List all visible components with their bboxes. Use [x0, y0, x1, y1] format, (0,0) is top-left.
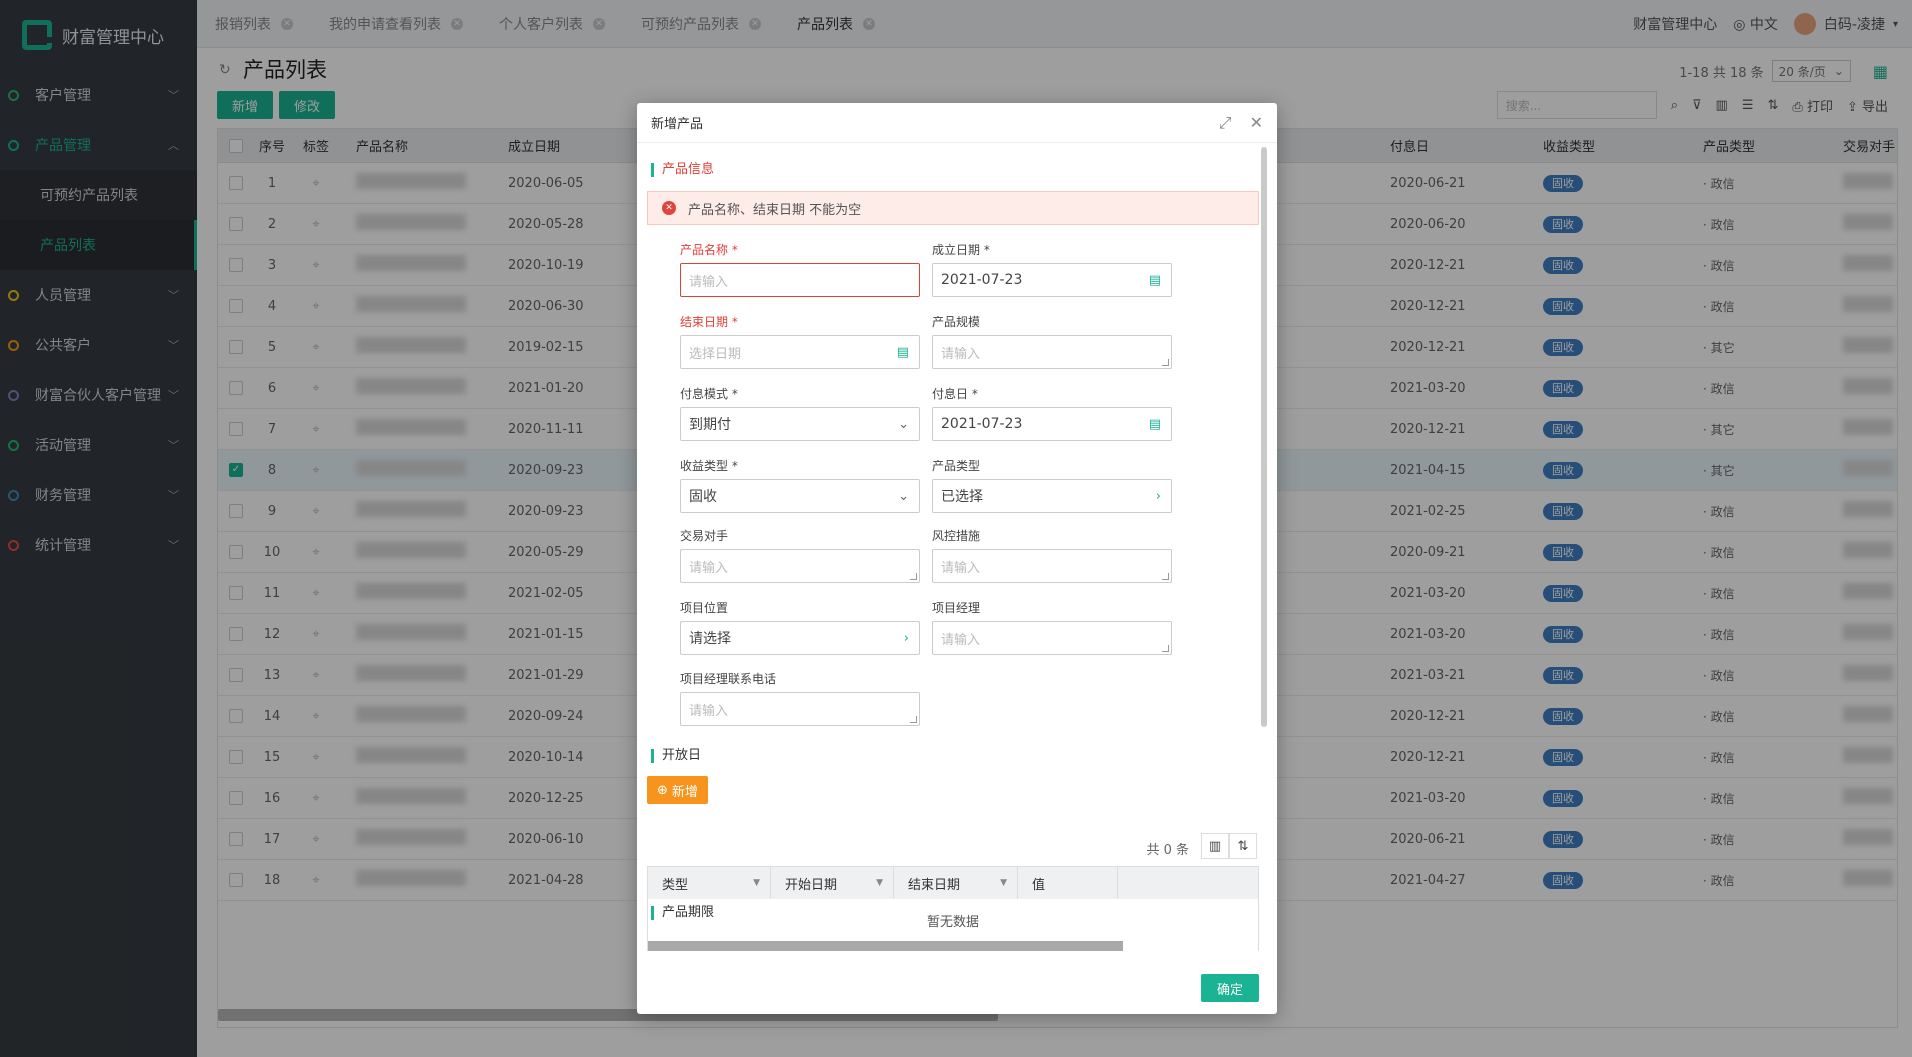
sort-down-icon: ▼ — [876, 878, 883, 888]
open-days-count: 共 0 条 — [1146, 843, 1189, 858]
manager-label: 项目经理 — [932, 601, 981, 615]
product-name-input[interactable]: 请输入 — [680, 263, 920, 297]
pay-mode-label: 付息模式 * — [680, 387, 738, 401]
chevron-down-icon: ⌄ — [898, 488, 909, 504]
sort-down-icon: ▼ — [1000, 878, 1007, 888]
section-product-term: 产品期限 — [651, 906, 714, 920]
income-type-label: 收益类型 * — [680, 459, 738, 473]
calendar-icon: ▤ — [1148, 416, 1161, 432]
sort-down-icon: ▼ — [753, 878, 760, 888]
open-header-end[interactable]: 结束日期 ▼ — [894, 867, 1018, 899]
add-open-day-button[interactable]: ⊕ 新增 — [647, 776, 708, 804]
manager-phone-input[interactable]: 请输入 — [680, 692, 920, 726]
pay-mode-select[interactable]: 到期付 ⌄ — [680, 407, 920, 441]
counterparty-input[interactable]: 请输入 — [680, 549, 920, 583]
sort-icon[interactable]: ⇅ — [1229, 833, 1257, 859]
scale-label: 产品规模 — [932, 315, 981, 329]
add-product-dialog: 新增产品 ⤢ ✕ 产品信息 ✕ 产品名称、结束日期 不能为空 产品名称 * 请输… — [637, 103, 1277, 1014]
chevron-right-icon: › — [1155, 488, 1161, 504]
error-icon: ✕ — [662, 201, 676, 215]
section-product-info: 产品信息 — [651, 163, 714, 177]
end-date-picker[interactable]: 选择日期 ▤ — [680, 335, 920, 369]
product-type-select[interactable]: 已选择 › — [932, 479, 1172, 513]
open-header-start[interactable]: 开始日期 ▼ — [771, 867, 894, 899]
expand-icon[interactable]: ⤢ — [1219, 113, 1232, 133]
product-type-label: 产品类型 — [932, 459, 981, 473]
manager-phone-label: 项目经理联系电话 — [680, 672, 777, 686]
risk-label: 风控措施 — [932, 529, 981, 543]
close-icon[interactable]: ✕ — [1250, 113, 1263, 133]
open-header-type[interactable]: 类型 ▼ — [648, 867, 771, 899]
found-date-picker[interactable]: 2021-07-23 ▤ — [932, 263, 1172, 297]
pay-date-picker[interactable]: 2021-07-23 ▤ — [932, 407, 1172, 441]
found-date-label: 成立日期 * — [932, 243, 990, 257]
manager-input[interactable]: 请输入 — [932, 621, 1172, 655]
chevron-right-icon: › — [903, 630, 909, 646]
error-text: 产品名称、结束日期 不能为空 — [688, 202, 862, 218]
location-label: 项目位置 — [680, 601, 729, 615]
open-days-scrollbar[interactable] — [648, 941, 1123, 951]
error-alert: ✕ 产品名称、结束日期 不能为空 — [647, 191, 1259, 225]
chevron-down-icon: ⌄ — [898, 416, 909, 432]
dialog-title: 新增产品 — [651, 117, 704, 132]
open-header-value[interactable]: 值 — [1018, 867, 1118, 899]
plus-circle-icon: ⊕ — [657, 782, 668, 798]
open-days-table: 类型 ▼ 开始日期 ▼ 结束日期 ▼ 值 暂无数据 — [647, 866, 1259, 951]
empty-text: 暂无数据 — [926, 915, 979, 930]
calendar-icon: ▤ — [896, 344, 909, 360]
location-select[interactable]: 请选择 › — [680, 621, 920, 655]
confirm-button[interactable]: 确定 — [1200, 974, 1259, 1002]
product-name-label: 产品名称 * — [680, 243, 738, 257]
chart-icon[interactable]: ▥ — [1201, 833, 1229, 859]
counterparty-label: 交易对手 — [680, 529, 729, 543]
income-type-select[interactable]: 固收 ⌄ — [680, 479, 920, 513]
calendar-icon: ▤ — [1148, 272, 1161, 288]
scale-input[interactable]: 请输入 — [932, 335, 1172, 369]
section-open-days: 开放日 — [651, 749, 701, 763]
end-date-label: 结束日期 * — [680, 315, 738, 329]
pay-date-label: 付息日 * — [932, 387, 978, 401]
risk-input[interactable]: 请输入 — [932, 549, 1172, 583]
dialog-scrollbar[interactable] — [1261, 147, 1267, 727]
